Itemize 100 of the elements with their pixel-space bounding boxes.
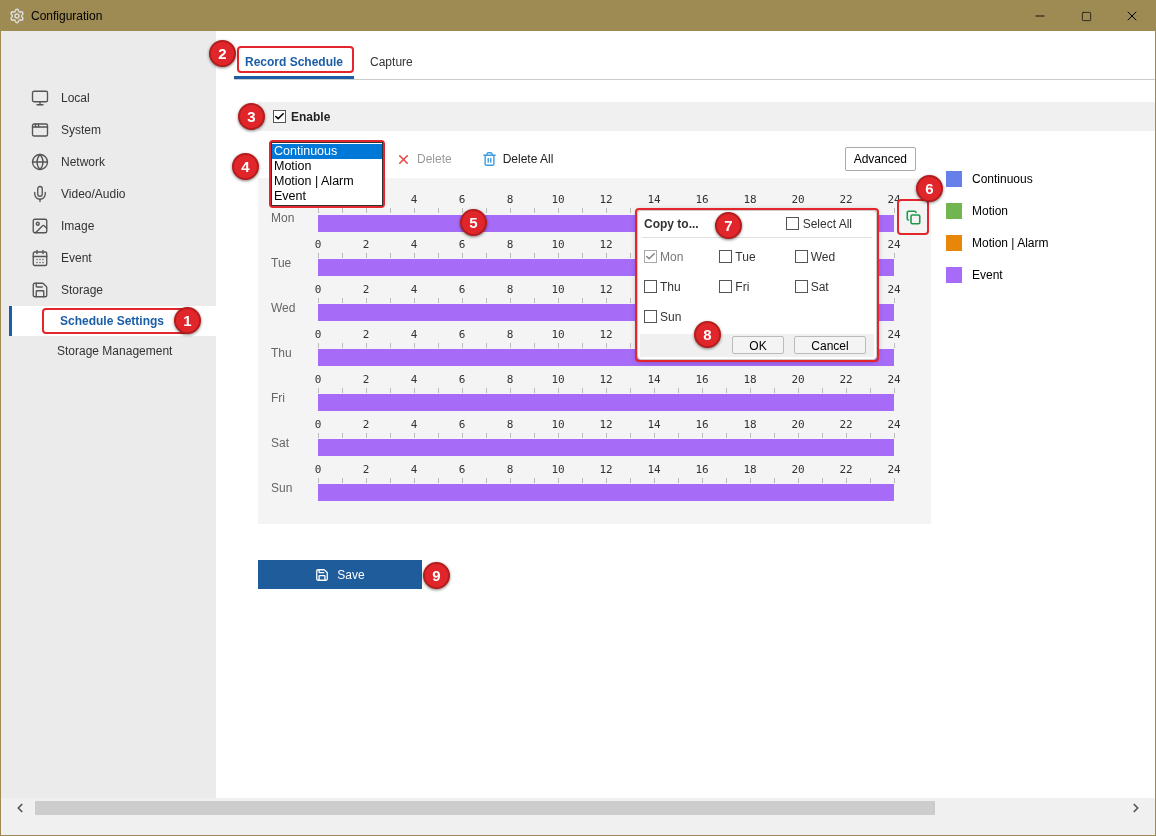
hour-label: 20 [790,373,806,387]
tab[interactable]: Record Schedule [234,44,355,79]
checkbox[interactable] [785,217,799,231]
advanced-button[interactable]: Advanced [844,147,916,171]
dialog-title: Copy to... [644,215,699,233]
hour-label: 22 [838,418,854,432]
legend-label: Event [972,267,1003,284]
hour-label: 8 [505,418,515,432]
hour-label: 10 [550,193,566,207]
day-label: Fri [271,389,286,407]
legend-label: Motion [972,203,1009,220]
enable-checkbox[interactable] [273,110,286,123]
checkbox-label: Mon [660,248,684,266]
hour-label: 24 [886,463,902,477]
sidebar-item[interactable]: Storage [1,274,216,306]
hour-label: 20 [790,463,806,477]
hour-label: 20 [790,418,806,432]
hour-label: 6 [457,463,467,477]
hour-label: 6 [457,283,467,297]
hour-label: 18 [742,463,758,477]
hour-label: 4 [409,418,419,432]
hour-label: 4 [409,283,419,297]
dialog-button[interactable]: Cancel [794,336,866,355]
hour-label: 24 [886,328,902,342]
hour-label: 24 [886,373,902,387]
list-option[interactable]: Motion | Alarm [272,174,382,189]
hour-label: 14 [646,193,662,207]
calendar-icon [31,249,49,267]
hour-label: 24 [886,238,902,252]
sidebar-subitem[interactable]: Storage Management [9,336,216,366]
checkbox[interactable] [644,280,657,294]
hour-label: 8 [505,373,515,387]
callout-badge: 9 [423,562,450,589]
sidebar-item[interactable]: Network [1,146,216,178]
tab[interactable]: Capture [354,44,429,79]
checkbox-label: Enable [291,108,331,126]
hour-label: 8 [505,238,515,252]
save-button[interactable]: Save [258,560,422,589]
sidebar-item[interactable]: Local [1,82,216,114]
hour-label: 16 [694,193,710,207]
checkbox-label: Tue [735,248,756,266]
sidebar-item[interactable]: System [1,114,216,146]
hour-label: 10 [550,463,566,477]
checkbox[interactable] [644,310,657,324]
hour-label: 4 [409,463,419,477]
callout-badge: 5 [460,209,487,236]
dialog-button[interactable]: OK [732,336,784,355]
hour-label: 8 [505,328,515,342]
image-icon [31,217,49,235]
copy-icon [905,209,921,225]
checkbox[interactable] [794,250,808,264]
hour-label: 18 [742,373,758,387]
hour-label: 12 [598,283,614,297]
hour-label: 6 [457,193,467,207]
hour-label: 22 [838,373,854,387]
hour-label: 2 [361,283,371,297]
scrollbar-thumb[interactable] [35,801,935,815]
hour-label: 18 [742,418,758,432]
hour-label: 2 [361,418,371,432]
hour-label: 6 [457,373,467,387]
callout-badge: 6 [916,175,943,202]
list-option[interactable]: Motion [272,159,382,174]
hour-label: 0 [313,283,323,297]
hour-label: 18 [742,193,758,207]
sidebar-item[interactable]: Video/Audio [1,178,216,210]
list-option[interactable]: Continuous [272,144,382,159]
checkbox[interactable] [719,250,733,264]
hour-label: 12 [598,463,614,477]
day-label: Sat [271,434,290,452]
hour-label: 6 [457,238,467,252]
hour-label: 0 [313,373,323,387]
checkbox[interactable] [719,280,733,294]
hour-label: 2 [361,238,371,252]
hour-label: 4 [409,328,419,342]
day-label: Mon [271,210,296,227]
checkbox[interactable] [794,280,808,294]
hour-label: 0 [313,328,323,342]
legend-label: Motion | Alarm [972,235,1049,252]
hour-label: 0 [313,238,323,252]
hour-label: 4 [409,193,419,207]
monitor-icon [31,89,49,107]
list-option[interactable]: Event [272,189,382,204]
hour-label: 16 [694,373,710,387]
hour-label: 2 [361,373,371,387]
window-icon [31,121,49,139]
hour-label: 0 [313,418,323,432]
hour-label: 0 [313,463,323,477]
record-type-list[interactable]: Continuous Motion Motion | Alarm Event [271,142,383,206]
checkbox-label: Sun [660,308,682,326]
hour-label: 4 [409,238,419,252]
hour-label: 24 [886,418,902,432]
day-label: Thu [271,344,293,362]
sidebar-item[interactable]: Event [1,242,216,274]
toolbar-button[interactable]: Delete All [481,150,554,168]
hour-label: 22 [838,463,854,477]
maximize-icon [1080,10,1092,22]
trash-icon [481,151,497,167]
hour-label: 20 [790,193,806,207]
gear-icon [9,8,25,24]
sidebar-item[interactable]: Image [1,210,216,242]
